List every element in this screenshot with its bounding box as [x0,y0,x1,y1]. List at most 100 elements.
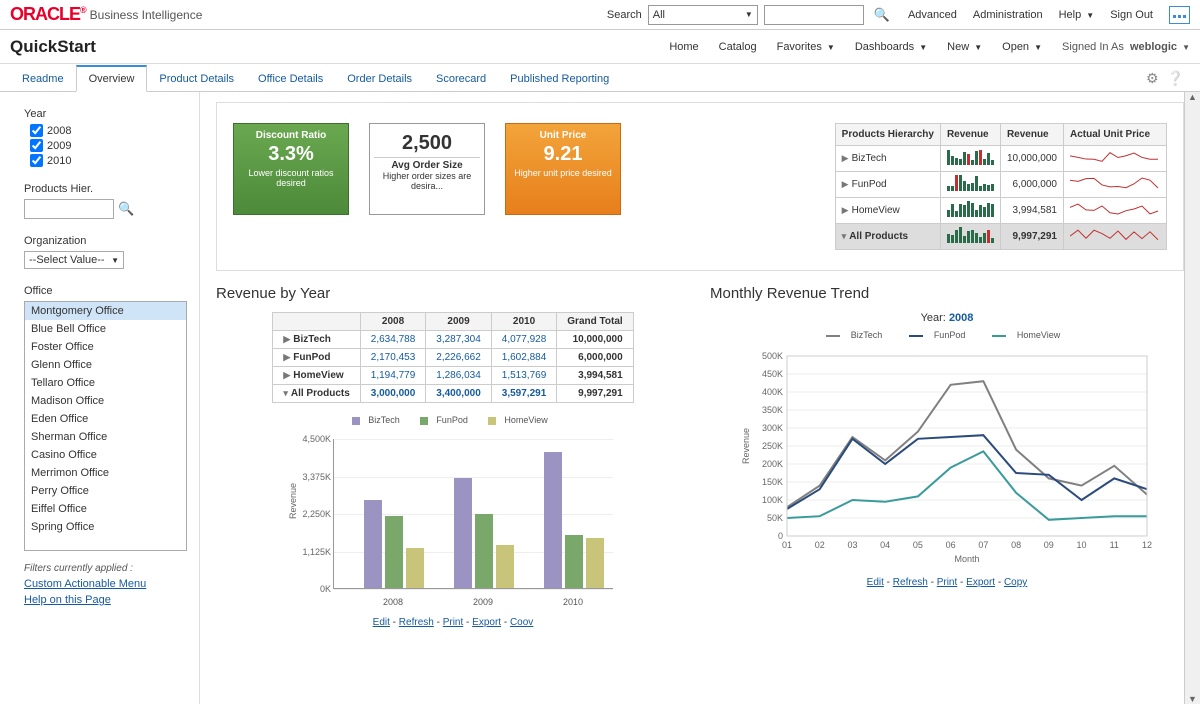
filter-panel: Year 2008 2009 2010 Products Hier. 🔍 Org… [0,92,200,704]
office-item[interactable]: Madison Office [25,392,186,410]
svg-text:250K: 250K [762,441,783,451]
nav-favorites[interactable]: Favorites ▼ [777,41,835,53]
svg-text:Month: Month [954,554,979,564]
oracle-logo: ORACLE® [10,4,86,25]
nav-catalog[interactable]: Catalog [719,41,757,53]
office-item[interactable]: Casino Office [25,446,186,464]
print-link[interactable]: Print [937,577,958,588]
year-checkbox-2008[interactable]: 2008 [30,124,187,137]
office-item[interactable]: Montgomery Office [25,302,186,320]
search-scope-select[interactable]: All▼ [648,5,758,25]
print-link[interactable]: Print [443,617,464,628]
office-item[interactable]: Eden Office [25,410,186,428]
svg-text:300K: 300K [762,423,783,433]
svg-text:06: 06 [946,540,956,550]
signout-link[interactable]: Sign Out [1110,9,1153,21]
products-search-icon[interactable]: 🔍 [118,201,134,217]
svg-text:11: 11 [1110,540,1119,550]
office-list[interactable]: Montgomery OfficeBlue Bell OfficeFoster … [24,301,187,551]
search-input[interactable] [764,5,864,25]
refresh-link[interactable]: Refresh [893,577,928,588]
edit-link[interactable]: Edit [867,577,884,588]
office-item[interactable]: Foster Office [25,338,186,356]
svg-text:07: 07 [978,540,988,550]
tab-published-reporting[interactable]: Published Reporting [498,65,621,91]
apps-icon[interactable] [1169,6,1190,24]
products-hier-input[interactable] [24,199,114,219]
revenue-by-year-section: Revenue by Year 200820092010Grand Total▶… [216,285,690,628]
tab-office-details[interactable]: Office Details [246,65,335,91]
custom-menu-link[interactable]: Custom Actionable Menu [24,578,187,590]
products-hierarchy-table: Products HierarchyRevenueRevenueActual U… [835,123,1167,250]
office-item[interactable]: Tellaro Office [25,374,186,392]
office-item[interactable]: Merrimon Office [25,464,186,482]
help-icon[interactable]: ❔ [1167,70,1184,87]
advanced-link[interactable]: Advanced [908,9,957,21]
dashboard-content: ▲ ▼ Discount Ratio 3.3% Lower discount r… [200,92,1200,704]
office-item[interactable]: Perry Office [25,482,186,500]
revenue-bar-chart: Revenue 0K1,125K2,250K3,375K4,500K200820… [293,439,613,609]
help-menu[interactable]: Help ▼ [1059,9,1095,21]
tab-scorecard[interactable]: Scorecard [424,65,498,91]
svg-text:10: 10 [1077,540,1087,550]
kpi-unit-price[interactable]: Unit Price 9.21 Higher unit price desire… [505,123,621,215]
office-item[interactable]: Blue Bell Office [25,320,186,338]
administration-link[interactable]: Administration [973,9,1043,21]
svg-text:04: 04 [880,540,890,550]
year-checkbox-2009[interactable]: 2009 [30,139,187,152]
user-menu[interactable]: weblogic ▼ [1130,41,1190,53]
tab-overview[interactable]: Overview [76,65,148,92]
svg-text:01: 01 [782,540,792,550]
tab-product-details[interactable]: Product Details [147,65,246,91]
tab-order-details[interactable]: Order Details [335,65,424,91]
svg-text:02: 02 [815,540,825,550]
tab-readme[interactable]: Readme [10,65,76,91]
svg-text:09: 09 [1044,540,1054,550]
section-title: Revenue by Year [216,285,690,302]
copy-link[interactable]: Copy [1004,577,1027,588]
copy-link[interactable]: Coov [510,617,533,628]
kpi-discount-ratio[interactable]: Discount Ratio 3.3% Lower discount ratio… [233,123,349,215]
revenue-by-year-table: 200820092010Grand Total▶BizTech2,634,788… [272,312,633,403]
trend-year: Year: 2008 [710,312,1184,324]
vertical-scrollbar[interactable]: ▲ ▼ [1184,92,1200,704]
products-filter-label: Products Hier. [24,183,187,195]
signed-in-as: Signed In As weblogic ▼ [1062,41,1190,53]
search-icon[interactable]: 🔍 [874,7,890,23]
svg-text:450K: 450K [762,369,783,379]
svg-text:200K: 200K [762,459,783,469]
export-link[interactable]: Export [472,617,501,628]
nav-new[interactable]: New ▼ [947,41,982,53]
monthly-trend-section: Monthly Revenue Trend Year: 2008 BizTech… [710,285,1184,628]
office-item[interactable]: Eiffel Office [25,500,186,518]
nav-dashboards[interactable]: Dashboards ▼ [855,41,927,53]
svg-text:350K: 350K [762,405,783,415]
dashboard-tabs: ReadmeOverviewProduct DetailsOffice Deta… [0,64,1200,92]
product-name: Business Intelligence [90,8,203,22]
svg-text:Revenue: Revenue [741,428,751,464]
svg-text:03: 03 [847,540,857,550]
organization-select[interactable]: --Select Value--▼ [24,251,124,269]
filters-applied-label: Filters currently applied : [24,563,187,574]
nav-open[interactable]: Open ▼ [1002,41,1042,53]
year-checkbox-2010[interactable]: 2010 [30,154,187,167]
svg-text:08: 08 [1011,540,1021,550]
office-item[interactable]: Sherman Office [25,428,186,446]
section-title: Monthly Revenue Trend [710,285,1184,302]
help-page-link[interactable]: Help on this Page [24,594,187,606]
bar-chart-legend: BizTech FunPod HomeView [216,415,690,425]
svg-text:400K: 400K [762,387,783,397]
organization-filter-label: Organization [24,235,187,247]
edit-link[interactable]: Edit [373,617,390,628]
gear-icon[interactable]: ⚙ [1146,70,1159,87]
kpi-avg-order-size[interactable]: 2,500 Avg Order Size Higher order sizes … [369,123,485,215]
page-title: QuickStart [10,37,96,57]
office-item[interactable]: Glenn Office [25,356,186,374]
nav-home[interactable]: Home [669,41,698,53]
search-label: Search [607,9,642,21]
refresh-link[interactable]: Refresh [399,617,434,628]
office-item[interactable]: Spring Office [25,518,186,536]
monthly-trend-chart: 050K100K150K200K250K300K350K400K450K500K… [737,346,1157,566]
export-link[interactable]: Export [966,577,995,588]
svg-text:05: 05 [913,540,923,550]
